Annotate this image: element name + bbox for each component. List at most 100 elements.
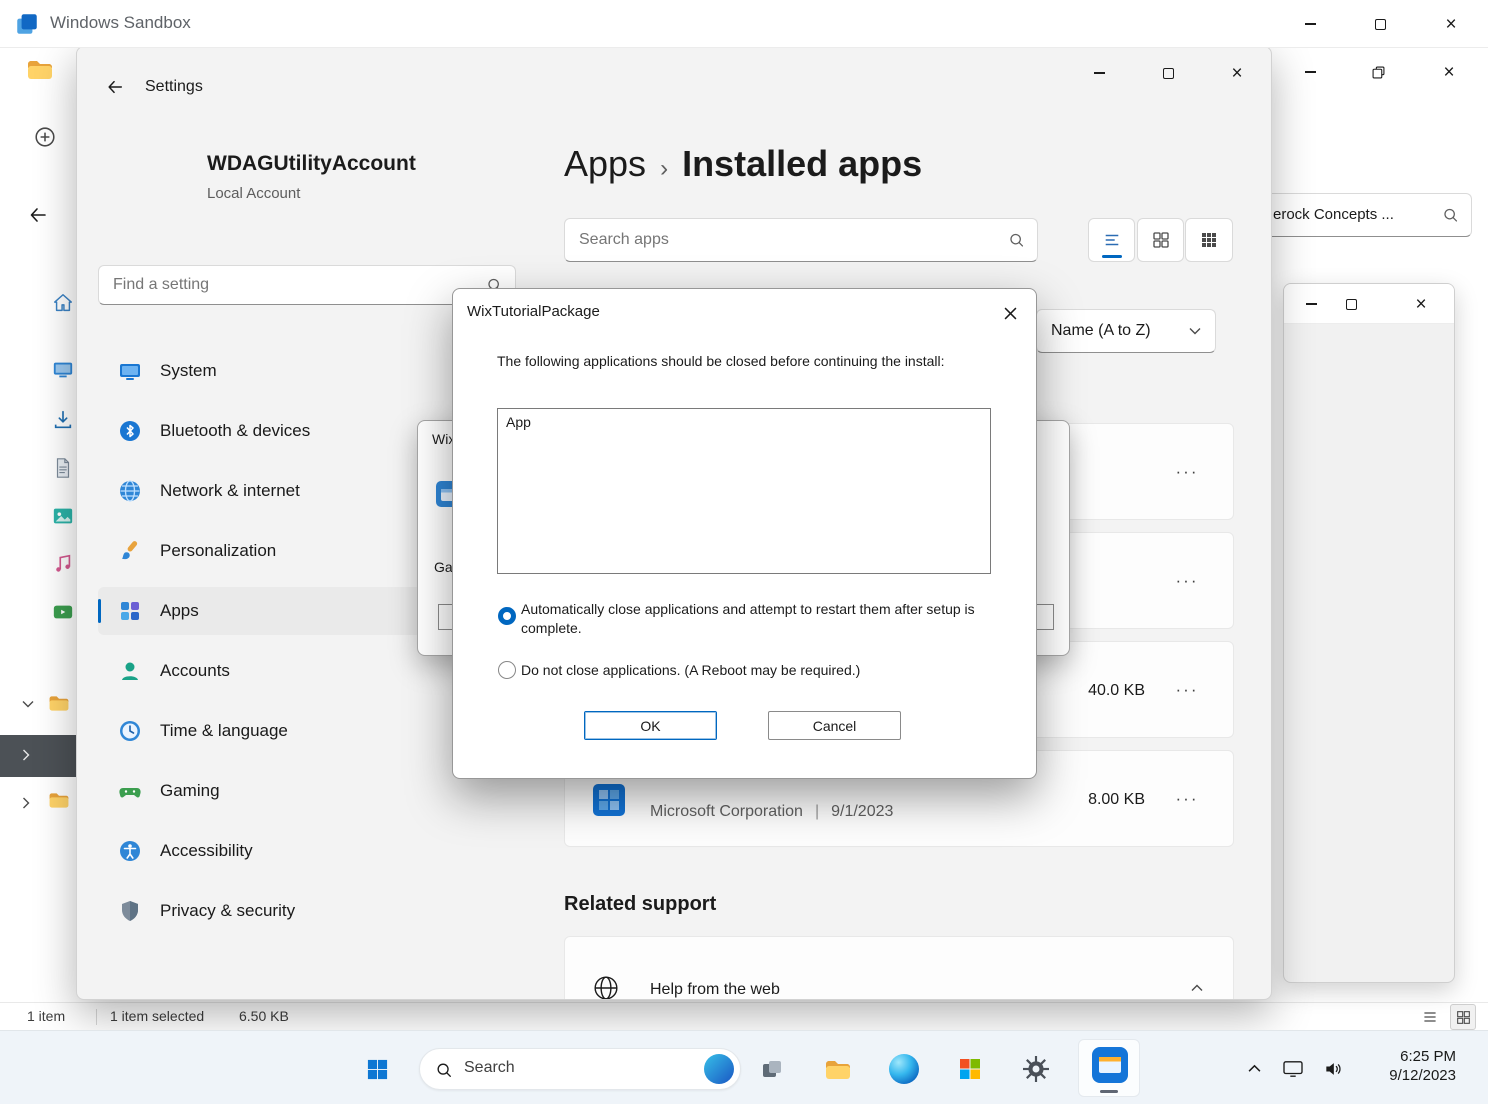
settings-maximize-button[interactable] bbox=[1145, 51, 1191, 95]
breadcrumb: Apps › Installed apps bbox=[564, 143, 922, 185]
edge-button[interactable] bbox=[883, 1048, 925, 1090]
sidebar-item-label: Personalization bbox=[160, 541, 276, 561]
explorer-close-button[interactable]: × bbox=[1426, 50, 1472, 94]
maximize-icon bbox=[1375, 19, 1386, 30]
grid-view-icon bbox=[1152, 231, 1170, 249]
radio-do-not-close-label[interactable]: Do not close applications. (A Reboot may… bbox=[521, 662, 1001, 678]
ok-button[interactable]: OK bbox=[584, 711, 717, 740]
app-icon bbox=[593, 784, 625, 816]
sandbox-close-button[interactable]: × bbox=[1428, 2, 1474, 46]
sandbox-maximize-button[interactable] bbox=[1357, 2, 1403, 46]
chevron-up-icon[interactable] bbox=[1191, 984, 1203, 992]
sandbox-minimize-button[interactable] bbox=[1287, 2, 1333, 46]
active-app-indicator bbox=[1100, 1090, 1118, 1093]
settings-close-button[interactable]: × bbox=[1214, 51, 1260, 95]
list-view-icon bbox=[1103, 231, 1121, 249]
search-icon bbox=[435, 1061, 453, 1079]
meta-separator: | bbox=[815, 803, 819, 821]
volume-tray-button[interactable] bbox=[1317, 1055, 1349, 1083]
radio-close-applications-selected[interactable] bbox=[498, 607, 516, 625]
more-options-icon: ··· bbox=[1176, 571, 1199, 591]
windows-sandbox-taskbar-button[interactable] bbox=[1078, 1039, 1140, 1097]
taskbar-search-label: Search bbox=[464, 1059, 515, 1077]
sidebar-item-label: Privacy & security bbox=[160, 901, 295, 921]
home-icon[interactable] bbox=[52, 292, 74, 314]
more-options-button[interactable]: ··· bbox=[1167, 566, 1207, 596]
clock[interactable]: 6:25 PM 9/12/2023 bbox=[1360, 1047, 1456, 1085]
tree-selected-row[interactable] bbox=[0, 735, 76, 777]
sort-dropdown[interactable]: Name (A to Z) bbox=[1036, 309, 1216, 353]
videos-icon[interactable] bbox=[52, 601, 74, 623]
chevron-down-icon[interactable] bbox=[22, 700, 34, 708]
cancel-button-label: Cancel bbox=[813, 718, 857, 734]
sidebar-item-label: Apps bbox=[160, 601, 199, 621]
task-view-button[interactable] bbox=[751, 1048, 793, 1090]
dialog-close-button[interactable] bbox=[991, 297, 1029, 329]
sidebar-item-label: Network & internet bbox=[160, 481, 300, 501]
breadcrumb-root[interactable]: Apps bbox=[564, 143, 646, 185]
explorer-minimize-button[interactable] bbox=[1287, 50, 1333, 94]
background-window: × bbox=[1283, 283, 1455, 983]
icons-view-button[interactable] bbox=[1450, 1004, 1476, 1030]
chevron-down-icon bbox=[1189, 327, 1201, 335]
radio-do-not-close[interactable] bbox=[498, 661, 516, 679]
pictures-icon[interactable] bbox=[52, 505, 74, 527]
grid-view-button[interactable] bbox=[1137, 218, 1184, 262]
task-view-icon bbox=[760, 1057, 784, 1081]
details-view-button[interactable] bbox=[1418, 1005, 1442, 1029]
chevron-right-icon[interactable] bbox=[22, 797, 30, 809]
search-apps-input[interactable] bbox=[565, 219, 999, 261]
close-icon: × bbox=[1445, 15, 1456, 34]
desktop-icon[interactable] bbox=[52, 359, 74, 381]
tree-folder-icon[interactable] bbox=[48, 694, 70, 713]
sidebar-item-privacy-security[interactable]: Privacy & security bbox=[98, 887, 516, 935]
gear-icon bbox=[1023, 1056, 1049, 1082]
documents-icon[interactable] bbox=[52, 457, 74, 479]
clock-time: 6:25 PM bbox=[1360, 1047, 1456, 1066]
new-button[interactable] bbox=[30, 122, 60, 152]
settings-taskbar-button[interactable] bbox=[1015, 1048, 1057, 1090]
explorer-restore-button[interactable] bbox=[1355, 50, 1401, 94]
explorer-search-box[interactable]: erock Concepts ... bbox=[1262, 193, 1472, 237]
bg-close-button[interactable]: × bbox=[1402, 284, 1440, 324]
minimize-icon bbox=[1306, 303, 1317, 305]
sidebar-item-accessibility[interactable]: Accessibility bbox=[98, 827, 516, 875]
help-card[interactable]: Help from the web bbox=[564, 936, 1234, 1000]
taskbar: Search bbox=[0, 1030, 1488, 1104]
bg-minimize-button[interactable] bbox=[1292, 284, 1330, 324]
windows-sandbox-logo-icon bbox=[14, 11, 40, 37]
icons-view-icon bbox=[1456, 1010, 1471, 1025]
tray-chevron-button[interactable] bbox=[1240, 1053, 1268, 1083]
start-button[interactable] bbox=[356, 1048, 398, 1090]
listbox-item[interactable]: App bbox=[498, 409, 990, 435]
music-icon[interactable] bbox=[52, 553, 74, 575]
more-options-icon: ··· bbox=[1176, 680, 1199, 700]
help-label: Help from the web bbox=[650, 981, 780, 999]
taskbar-search-box[interactable]: Search bbox=[419, 1048, 741, 1090]
explorer-back-button[interactable] bbox=[22, 200, 54, 230]
sandbox-title: Windows Sandbox bbox=[50, 13, 191, 33]
radio-close-applications-label[interactable]: Automatically close applications and att… bbox=[521, 600, 991, 638]
list-view-button[interactable] bbox=[1088, 218, 1135, 262]
settings-minimize-button[interactable] bbox=[1076, 51, 1122, 95]
cancel-button[interactable]: Cancel bbox=[768, 711, 901, 740]
close-icon bbox=[1004, 307, 1017, 320]
sidebar-item-label: Bluetooth & devices bbox=[160, 421, 310, 441]
bing-icon[interactable] bbox=[704, 1054, 734, 1084]
downloads-icon[interactable] bbox=[52, 409, 74, 431]
clock-icon bbox=[118, 719, 142, 743]
sidebar-item-label: Gaming bbox=[160, 781, 220, 801]
settings-back-button[interactable] bbox=[97, 71, 133, 103]
tiles-view-button[interactable] bbox=[1185, 218, 1233, 262]
file-explorer-button[interactable] bbox=[817, 1048, 859, 1090]
more-options-icon: ··· bbox=[1176, 462, 1199, 482]
more-options-button[interactable]: ··· bbox=[1167, 784, 1207, 814]
tree-folder-icon[interactable] bbox=[48, 791, 70, 810]
display-tray-button[interactable] bbox=[1277, 1055, 1309, 1083]
find-setting-input[interactable] bbox=[99, 266, 477, 304]
more-options-button[interactable]: ··· bbox=[1167, 457, 1207, 487]
more-options-button[interactable]: ··· bbox=[1167, 675, 1207, 705]
applications-listbox[interactable]: App bbox=[497, 408, 991, 574]
bg-maximize-button[interactable] bbox=[1332, 284, 1370, 324]
microsoft-logo-button[interactable] bbox=[949, 1048, 991, 1090]
